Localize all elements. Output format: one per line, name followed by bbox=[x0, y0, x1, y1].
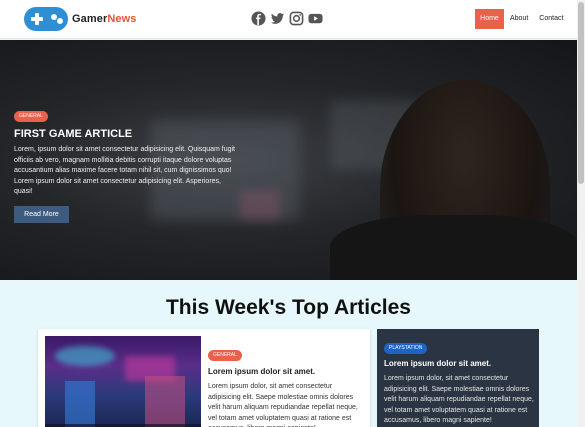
page-scrollbar[interactable] bbox=[577, 0, 585, 427]
hero-content: GENERAL FIRST GAME ARTICLE Lorem, ipsum … bbox=[14, 104, 239, 223]
article-text: Lorem ipsum dolor, sit amet consectetur … bbox=[384, 375, 534, 424]
nav-about[interactable]: About bbox=[505, 9, 533, 29]
article-card-dark-body: PLAYSTATION Lorem ipsum dolor sit amet. … bbox=[384, 336, 534, 427]
main-nav: Home About Contact bbox=[475, 9, 568, 29]
brand-name: GamerNews bbox=[72, 13, 137, 25]
article-card-dark[interactable]: PLAYSTATION Lorem ipsum dolor sit amet. … bbox=[377, 329, 539, 427]
article-card-body: GENERAL Lorem ipsum dolor sit amet. Lore… bbox=[208, 343, 360, 427]
read-more-button[interactable]: Read More bbox=[14, 205, 69, 223]
hero-tag[interactable]: GENERAL bbox=[14, 111, 48, 122]
gamepad-icon bbox=[24, 7, 68, 31]
hero-text: Lorem, ipsum dolor sit amet consectetur … bbox=[14, 146, 235, 195]
article-tag-playstation[interactable]: PLAYSTATION bbox=[384, 343, 428, 354]
article-text: Lorem ipsum dolor, sit amet consectetur … bbox=[208, 383, 358, 427]
youtube-icon[interactable] bbox=[308, 11, 323, 26]
social-links bbox=[251, 11, 323, 26]
article-title[interactable]: Lorem ipsum dolor sit amet. bbox=[384, 359, 534, 368]
section-title: This Week's Top Articles bbox=[165, 296, 411, 319]
article-tag[interactable]: GENERAL bbox=[208, 350, 242, 361]
facebook-icon[interactable] bbox=[251, 11, 266, 26]
article-card[interactable]: GENERAL Lorem ipsum dolor sit amet. Lore… bbox=[38, 329, 370, 427]
logo[interactable]: GamerNews bbox=[24, 7, 137, 31]
brand-main: Gamer bbox=[72, 13, 108, 25]
site-header: GamerNews Home About Contact bbox=[0, 0, 577, 39]
nav-contact[interactable]: Contact bbox=[534, 9, 568, 29]
instagram-icon[interactable] bbox=[289, 11, 304, 26]
brand-accent: News bbox=[107, 13, 137, 25]
scrollbar-thumb[interactable] bbox=[578, 2, 584, 184]
nav-home[interactable]: Home bbox=[475, 9, 504, 29]
twitter-icon[interactable] bbox=[270, 11, 285, 26]
hero-title: FIRST GAME ARTICLE bbox=[14, 128, 133, 140]
article-title[interactable]: Lorem ipsum dolor sit amet. bbox=[208, 367, 360, 376]
arcade-image[interactable] bbox=[45, 336, 201, 427]
